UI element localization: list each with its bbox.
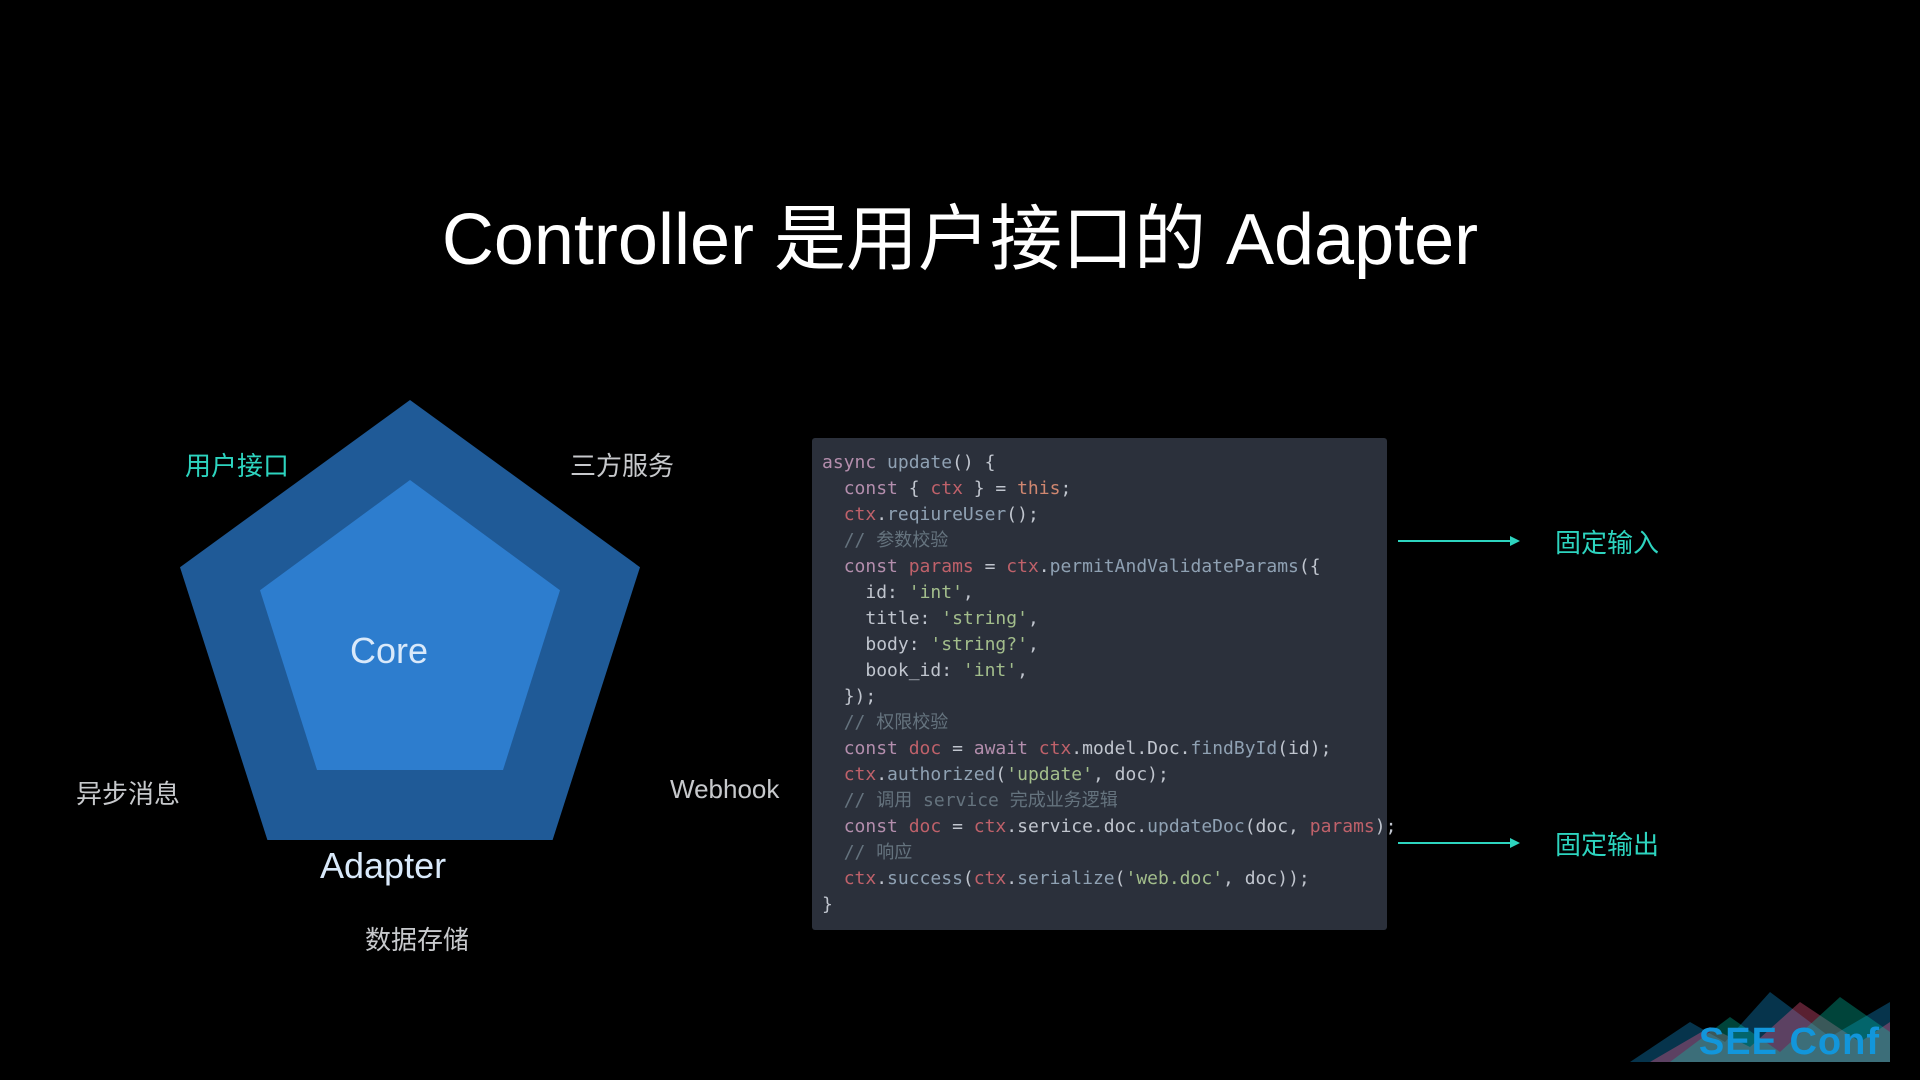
code-snippet: async update() { const { ctx } = this; c… <box>812 438 1387 930</box>
core-label: Core <box>350 630 428 672</box>
slide-title: Controller 是用户接口的 Adapter <box>0 180 1920 285</box>
annotation-fixed-output: 固定输出 <box>1555 825 1659 862</box>
arrow-output <box>1398 842 1518 844</box>
architecture-diagram: Core Adapter 用户接口 三方服务 异步消息 Webhook 数据存储 <box>70 380 750 1000</box>
annotation-fixed-input: 固定输入 <box>1555 523 1659 560</box>
label-data-store: 数据存储 <box>365 920 469 957</box>
pentagon-inner <box>260 480 560 770</box>
footer-brand-text: SEE Conf <box>1699 1021 1880 1064</box>
pentagon-inner-icon <box>260 480 560 770</box>
label-async-message: 异步消息 <box>76 774 180 811</box>
arrow-input <box>1398 540 1518 542</box>
label-third-party: 三方服务 <box>570 446 674 483</box>
adapter-label: Adapter <box>320 845 446 887</box>
label-user-interface: 用户接口 <box>185 446 289 483</box>
label-webhook: Webhook <box>670 774 779 805</box>
